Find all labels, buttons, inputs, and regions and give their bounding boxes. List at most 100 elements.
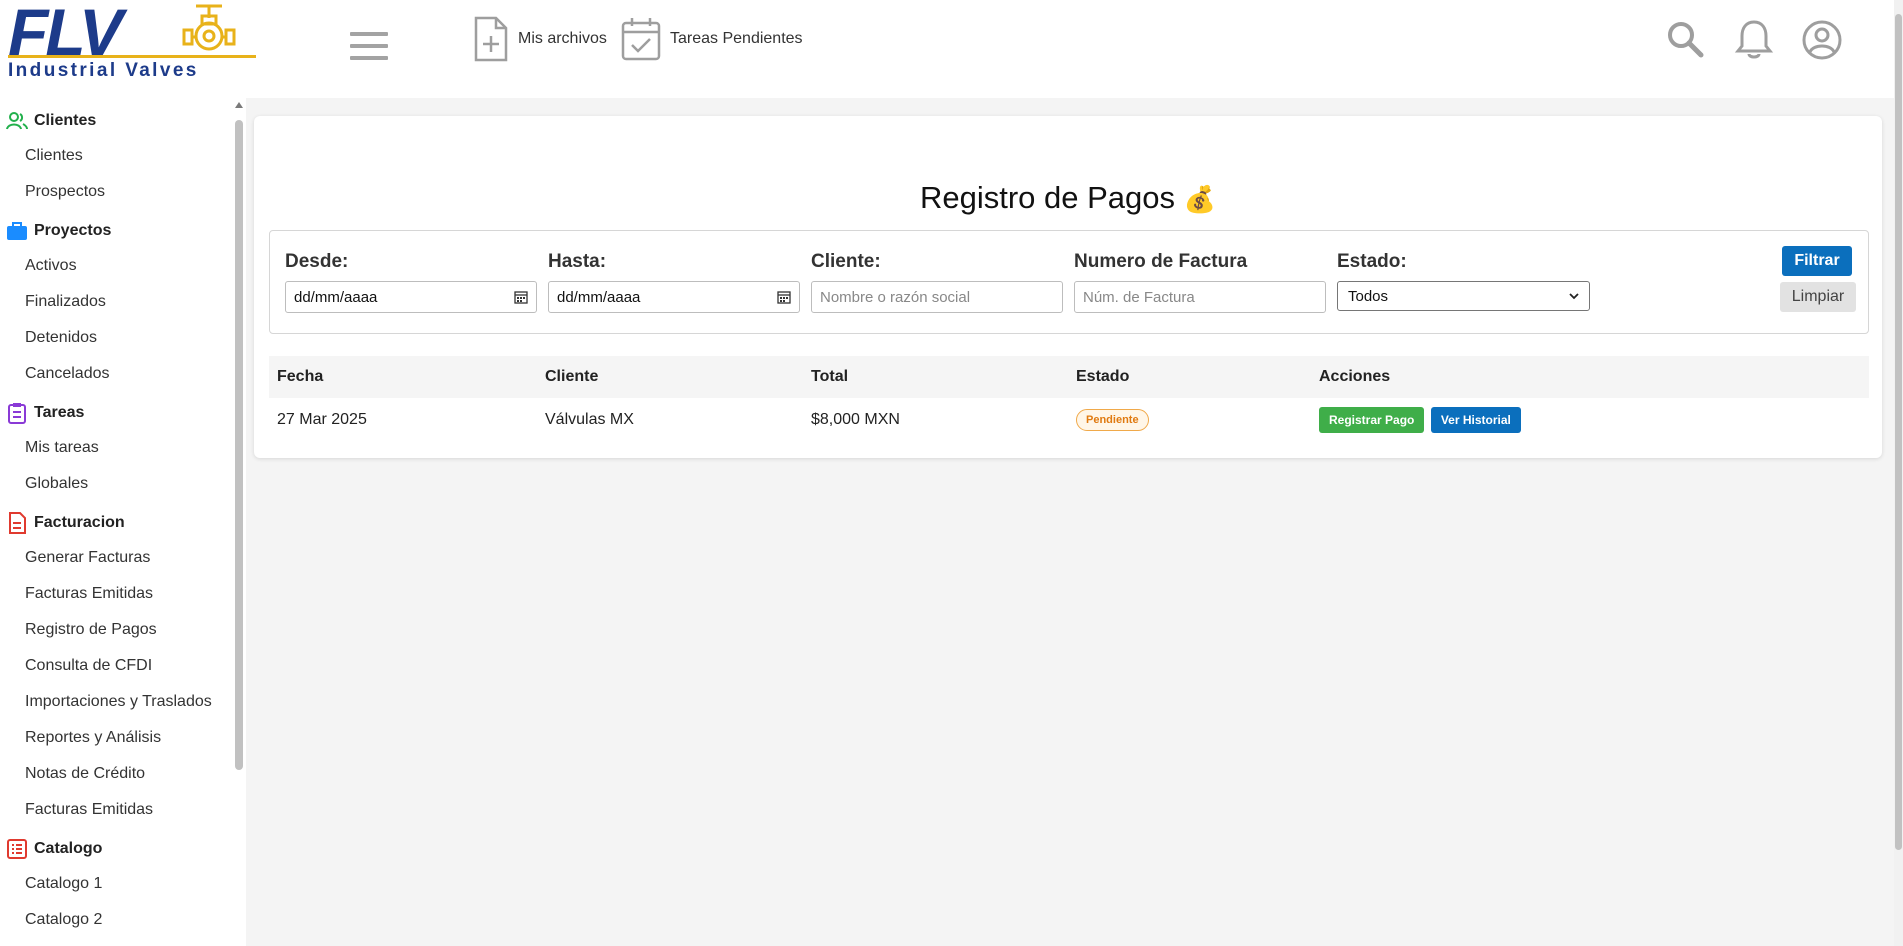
logo-underline bbox=[8, 55, 256, 58]
sidebar-item-registro-de-pagos[interactable]: Registro de Pagos bbox=[0, 612, 246, 648]
filter-desde: Desde: dd/mm/aaaa bbox=[285, 251, 537, 313]
calendar-check-icon bbox=[621, 18, 661, 61]
col-acciones: Acciones bbox=[1319, 368, 1391, 385]
page-scrollbar-thumb[interactable] bbox=[1895, 14, 1902, 850]
sidebar-item-reportes[interactable]: Reportes y Análisis bbox=[0, 720, 246, 756]
valve-icon bbox=[182, 4, 236, 51]
sidebar-item-mis-tareas[interactable]: Mis tareas bbox=[0, 430, 246, 466]
sidebar-section-clientes[interactable]: Clientes bbox=[0, 104, 246, 138]
clipboard-icon bbox=[8, 403, 26, 424]
calendar-icon[interactable] bbox=[777, 290, 791, 304]
registrar-pago-button[interactable]: Registrar Pago bbox=[1319, 407, 1425, 433]
sidebar-item-generar-facturas[interactable]: Generar Facturas bbox=[0, 540, 246, 576]
filter-panel: Desde: dd/mm/aaaa Hasta: dd/mm/aaaa Clie… bbox=[269, 230, 1869, 334]
cell-acciones: Registrar Pago Ver Historial bbox=[1311, 398, 1869, 442]
sidebar-item-prospectos[interactable]: Prospectos bbox=[0, 174, 246, 210]
sidebar-item-activos[interactable]: Activos bbox=[0, 248, 246, 284]
cell-estado: Pendiente bbox=[1068, 398, 1311, 442]
filter-button[interactable]: Filtrar bbox=[1782, 246, 1852, 276]
menu-toggle-button[interactable] bbox=[350, 32, 390, 64]
clear-button[interactable]: Limpiar bbox=[1780, 282, 1856, 312]
calendar-icon[interactable] bbox=[514, 290, 528, 304]
sidebar-section-label: Tareas bbox=[34, 404, 85, 421]
sidebar-item-facturas-emitidas-2[interactable]: Facturas Emitidas bbox=[0, 792, 246, 828]
sidebar-item-clientes[interactable]: Clientes bbox=[0, 138, 246, 174]
cell-fecha: 27 Mar 2025 bbox=[277, 411, 367, 428]
main-content: Registro de Pagos 💰 Desde: dd/mm/aaaa Ha… bbox=[246, 98, 1894, 946]
sidebar-section-proyectos[interactable]: Proyectos bbox=[0, 214, 246, 248]
col-fecha: Fecha bbox=[277, 368, 324, 385]
col-estado: Estado bbox=[1076, 368, 1130, 385]
sidebar-item-cancelados[interactable]: Cancelados bbox=[0, 356, 246, 392]
filter-factura-label: Numero de Factura bbox=[1074, 251, 1248, 272]
filter-factura: Numero de Factura Núm. de Factura bbox=[1074, 251, 1326, 313]
sidebar-section-facturacion[interactable]: Facturacion bbox=[0, 506, 246, 540]
sidebar-scrollbar-thumb[interactable] bbox=[235, 120, 243, 770]
hamburger-line bbox=[350, 56, 388, 60]
briefcase-icon bbox=[7, 222, 27, 240]
date-from-value: dd/mm/aaaa bbox=[294, 288, 378, 306]
tareas-pendientes-link[interactable]: Tareas Pendientes bbox=[620, 16, 803, 62]
logo-tagline: Industrial Valves bbox=[8, 60, 199, 81]
money-bag-icon: 💰 bbox=[1183, 184, 1217, 214]
sidebar: Clientes Clientes Prospectos Proyectos A… bbox=[0, 98, 246, 946]
table-header-row: Fecha Cliente Total Estado Acciones bbox=[269, 356, 1869, 398]
date-from-input[interactable]: dd/mm/aaaa bbox=[285, 281, 537, 313]
chevron-down-icon bbox=[1569, 293, 1579, 300]
sidebar-section-label: Catalogo bbox=[34, 840, 103, 857]
mis-archivos-label: Mis archivos bbox=[518, 30, 607, 47]
cliente-search-input[interactable]: Nombre o razón social bbox=[811, 281, 1063, 313]
sidebar-item-notas-credito[interactable]: Notas de Crédito bbox=[0, 756, 246, 792]
sidebar-section-label: Facturacion bbox=[34, 514, 125, 531]
factura-number-input[interactable]: Núm. de Factura bbox=[1074, 281, 1326, 313]
mis-archivos-link[interactable]: Mis archivos bbox=[472, 16, 607, 62]
payments-table: Fecha Cliente Total Estado Acciones 27 M… bbox=[269, 356, 1869, 442]
col-total: Total bbox=[811, 368, 849, 385]
page-title: Registro de Pagos 💰 bbox=[254, 180, 1882, 216]
cell-total: $8,000 MXN bbox=[811, 411, 900, 428]
profile-button[interactable] bbox=[1800, 18, 1844, 62]
search-button[interactable] bbox=[1664, 18, 1708, 62]
tareas-pendientes-label: Tareas Pendientes bbox=[670, 30, 803, 47]
file-plus-icon bbox=[474, 16, 508, 62]
table-row: 27 Mar 2025 Válvulas MX $8,000 MXN Pendi… bbox=[269, 398, 1869, 442]
sidebar-item-consulta-cfdi[interactable]: Consulta de CFDI bbox=[0, 648, 246, 684]
notifications-button[interactable] bbox=[1732, 18, 1776, 62]
filter-desde-label: Desde: bbox=[285, 251, 349, 272]
sidebar-item-detenidos[interactable]: Detenidos bbox=[0, 320, 246, 356]
date-to-input[interactable]: dd/mm/aaaa bbox=[548, 281, 800, 313]
hamburger-line bbox=[350, 44, 388, 48]
sidebar-section-label: Clientes bbox=[34, 112, 97, 129]
page-title-text: Registro de Pagos bbox=[919, 180, 1176, 215]
list-icon bbox=[7, 839, 27, 859]
sidebar-item-facturas-emitidas[interactable]: Facturas Emitidas bbox=[0, 576, 246, 612]
filter-hasta-label: Hasta: bbox=[548, 251, 607, 272]
col-cliente: Cliente bbox=[545, 368, 599, 385]
date-to-value: dd/mm/aaaa bbox=[557, 288, 641, 306]
sidebar-item-catalogo-2[interactable]: Catalogo 2 bbox=[0, 902, 246, 938]
document-icon bbox=[9, 512, 26, 534]
sidebar-scrollbar[interactable] bbox=[232, 98, 246, 946]
sidebar-section-tareas[interactable]: Tareas bbox=[0, 396, 246, 430]
filter-cliente-label: Cliente: bbox=[811, 251, 881, 272]
company-logo[interactable]: FLV Industrial Valves bbox=[6, 0, 258, 82]
user-circle-icon bbox=[1802, 20, 1842, 60]
sidebar-item-catalogo-1[interactable]: Catalogo 1 bbox=[0, 866, 246, 902]
scroll-up-arrow-icon[interactable] bbox=[235, 102, 243, 108]
estado-select[interactable]: Todos bbox=[1337, 281, 1590, 311]
estado-select-value: Todos bbox=[1348, 287, 1389, 305]
filter-hasta: Hasta: dd/mm/aaaa bbox=[548, 251, 800, 313]
users-icon bbox=[6, 112, 28, 130]
sidebar-item-globales[interactable]: Globales bbox=[0, 466, 246, 502]
filter-cliente: Cliente: Nombre o razón social bbox=[811, 251, 1063, 313]
filter-estado-label: Estado: bbox=[1337, 251, 1407, 272]
ver-historial-button[interactable]: Ver Historial bbox=[1430, 407, 1521, 433]
hamburger-line bbox=[350, 32, 388, 36]
sidebar-item-importaciones[interactable]: Importaciones y Traslados bbox=[0, 684, 246, 720]
sidebar-section-catalogo[interactable]: Catalogo bbox=[0, 832, 246, 866]
page-scrollbar[interactable] bbox=[1894, 0, 1903, 946]
payments-card: Registro de Pagos 💰 Desde: dd/mm/aaaa Ha… bbox=[254, 116, 1882, 458]
cell-cliente: Válvulas MX bbox=[545, 411, 634, 428]
top-header: FLV Industrial Valves Mis archivos Tarea… bbox=[0, 0, 1903, 98]
sidebar-item-finalizados[interactable]: Finalizados bbox=[0, 284, 246, 320]
